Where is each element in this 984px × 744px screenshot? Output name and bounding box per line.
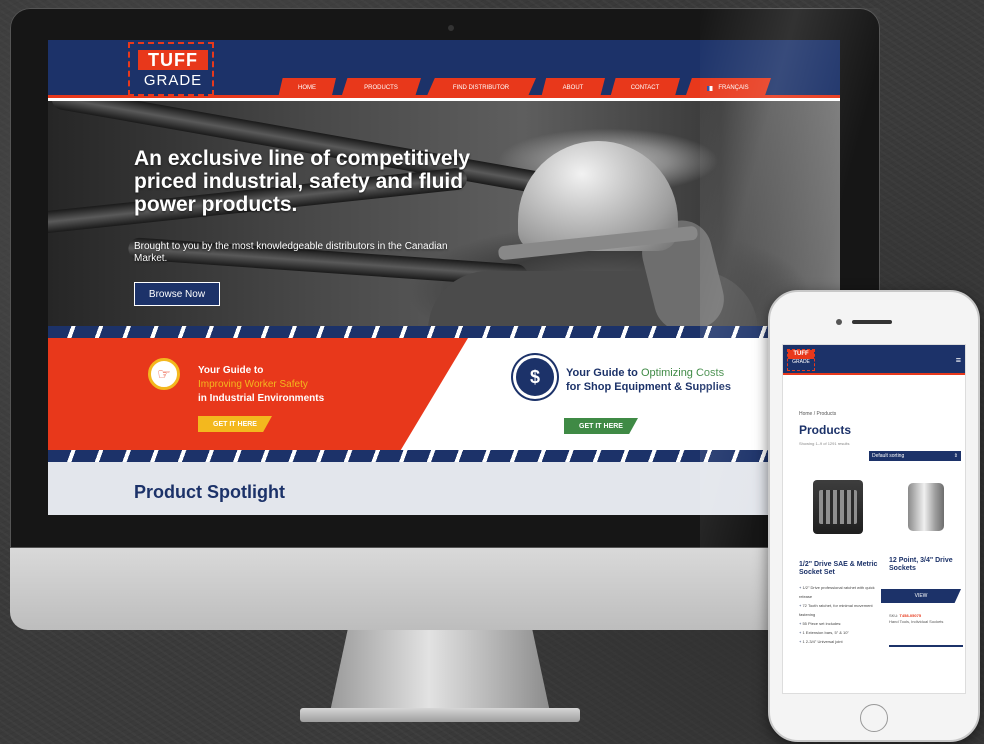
french-flag-icon [707,85,716,91]
logo-top-text: TUFF [138,50,208,70]
product-image-socket-set[interactable] [803,467,873,547]
nav-item-label: Products [364,85,398,91]
desktop-website: TUFF GRADE Home Products Find Distributor A… [48,40,840,515]
product-meta: SKU: T458-05075 Hand Tools, Individual S… [889,613,965,625]
sort-label: Default sorting [872,453,905,459]
page-title: Products [799,423,852,437]
product-category[interactable]: Hand Tools, Individual Sockets [889,619,943,624]
mobile-logo[interactable]: TUFF GRADE [787,349,815,371]
nav-item-contact[interactable]: Contact [610,78,680,98]
feature-item: 72 Tooth ratchet, for minimal movement f… [799,601,877,619]
mobile-website: TUFF GRADE ≡ Home / Products Products Sh… [782,344,966,694]
product-spotlight-section: Product Spotlight [48,462,840,515]
phone: TUFF GRADE ≡ Home / Products Products Sh… [768,290,980,742]
phone-speaker [852,320,892,324]
camera-icon [448,25,454,31]
costs-guide-highlight: Optimizing Costs [640,367,725,379]
safety-guide-highlight: Improving Worker Safety [198,379,308,390]
site-header: TUFF GRADE Home Products Find Distributor A… [48,40,840,98]
costs-guide-text[interactable]: Your Guide to Optimizing Costs for Shop … [566,366,736,394]
socket-set-case-image [813,480,863,534]
safety-get-it-here-button[interactable]: GET IT HERE [198,416,272,432]
feature-item: 1 2-3/4" Universal joint [799,637,877,646]
nav-item-products[interactable]: Products [341,78,421,98]
mobile-header: TUFF GRADE ≡ [783,345,965,375]
home-button[interactable] [860,704,888,732]
hero-subtitle: Brought to you by the most knowledgeable… [134,241,448,264]
imac-foot [300,708,580,722]
feature-item: 1 Extension bars, 5" & 10" [799,628,877,637]
costs-guide-prefix: Your Guide to [566,367,638,379]
product-image-socket[interactable] [891,467,961,547]
mobile-logo-top: TUFF [788,350,814,359]
breadcrumb[interactable]: Home / Products [799,411,836,417]
main-nav: Home Products Find Distributor About Contact… [278,78,776,98]
phone-camera-icon [836,319,842,325]
spotlight-title: Product Spotlight [134,482,285,502]
sku-label: SKU: [889,613,899,618]
result-count: Showing 1–9 of 1291 results [799,441,850,446]
nav-item-fran-ais[interactable]: Français [685,78,771,98]
product-title[interactable]: 1/2" Drive SAE & Metric Socket Set [799,561,879,577]
hero-title: An exclusive line of competitively price… [134,147,471,216]
safety-guide-prefix: Your Guide to [198,365,264,376]
feature-item: 1/2" Drive professional ratchet with qui… [799,583,877,601]
imac-stand [330,630,550,712]
socket-image [908,483,944,531]
stripe-divider [48,450,840,462]
stripe-divider [48,326,840,338]
feature-item: 55 Piece set includes: [799,619,877,628]
nav-item-about[interactable]: About [541,78,605,98]
logo-bottom-text: GRADE [143,72,203,89]
imac-chin [10,548,880,630]
sort-select[interactable]: Default sorting ⇕ [869,451,961,461]
chevron-updown-icon: ⇕ [953,453,958,459]
nav-item-find-distributor[interactable]: Find Distributor [426,78,536,98]
hamburger-menu-icon[interactable]: ≡ [956,355,961,365]
nav-item-label: Find Distributor [452,85,510,91]
pointing-hand-icon: ☞ [148,358,180,390]
mobile-logo-bottom: GRADE [792,359,810,365]
dollar-gear-icon: $ [516,358,554,396]
safety-guide-text[interactable]: Your Guide to Improving Worker Safety in… [198,364,368,406]
costs-get-it-here-button[interactable]: GET IT HERE [564,418,638,434]
nav-item-label: Français [718,85,749,91]
browse-now-button[interactable]: Browse Now [134,282,220,306]
guides-section: ☞ Your Guide to Improving Worker Safety … [48,338,840,450]
product-title[interactable]: 12 Point, 3/4" Drive Sockets [889,557,965,573]
costs-guide-suffix: for Shop Equipment & Supplies [566,381,731,393]
divider [889,645,963,647]
nav-item-home[interactable]: Home [278,78,336,98]
sku-value: T458-05075 [899,613,922,618]
nav-item-label: Contact [630,85,660,91]
nav-item-label: Home [298,85,316,91]
nav-item-label: About [562,85,584,91]
logo[interactable]: TUFF GRADE [128,42,214,96]
hero: An exclusive line of competitively price… [48,101,840,326]
safety-guide-suffix: in Industrial Environments [198,393,325,404]
product-features-list: 1/2" Drive professional ratchet with qui… [799,583,877,646]
view-button[interactable]: VIEW [881,589,961,603]
